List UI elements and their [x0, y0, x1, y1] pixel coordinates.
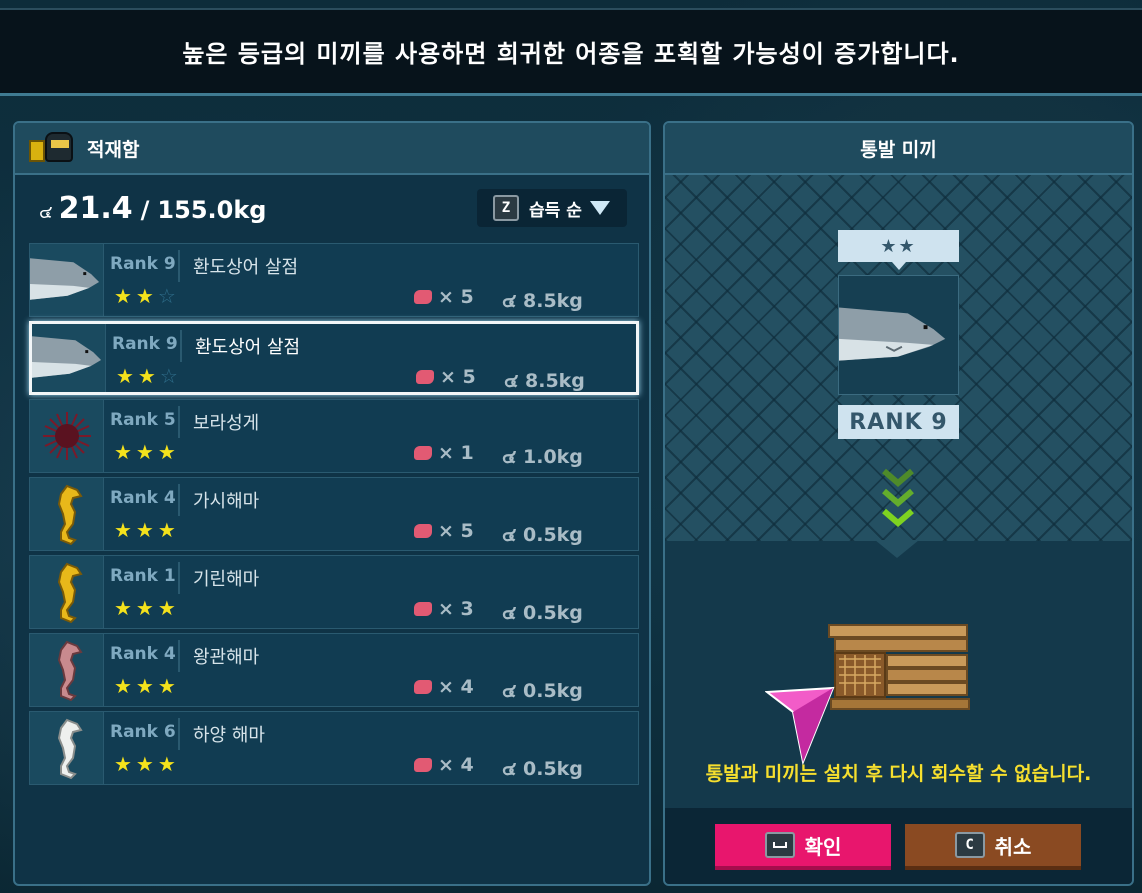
cargo-item-row[interactable]: Rank 6 하양 해마 ★★★ × 4 ๔ 0.5kg — [29, 711, 639, 785]
item-name: 가시해마 — [193, 491, 260, 512]
item-bait-count: × 3 — [414, 598, 474, 620]
item-weight: ๔ 0.5kg — [502, 758, 583, 780]
cancel-button[interactable]: C 취소 — [905, 824, 1081, 870]
hint-text: 높은 등급의 미끼를 사용하면 희귀한 어종을 포획할 가능성이 증가합니다. — [182, 40, 960, 68]
cargo-panel: 적재함 ๔ 21.4 / 155.0kg Z 습득 순 Rank 9 환도상어 살… — [13, 121, 651, 886]
weight-max: 155.0kg — [157, 196, 267, 224]
trap-header: 통발 미끼 — [665, 123, 1132, 175]
z-key-icon: Z — [493, 195, 519, 221]
item-stars: ★★★ — [114, 752, 180, 776]
item-rank: Rank 4 — [110, 488, 176, 508]
item-rank: Rank 9 — [112, 334, 178, 354]
item-weight: ๔ 0.5kg — [502, 680, 583, 702]
item-rank: Rank 5 — [110, 410, 176, 430]
confirm-button[interactable]: 확인 — [715, 824, 891, 870]
sort-label: 습득 순 — [529, 200, 582, 221]
cancel-label: 취소 — [994, 834, 1032, 859]
bait-preview-image — [838, 275, 959, 395]
item-bait-count: × 5 — [414, 286, 474, 308]
cargo-item-row[interactable]: Rank 5 보라성게 ★★★ × 1 ๔ 1.0kg — [29, 399, 639, 473]
seahorse-yellow-icon — [30, 478, 104, 550]
cargo-item-row[interactable]: Rank 4 가시해마 ★★★ × 5 ๔ 0.5kg — [29, 477, 639, 551]
item-weight: ๔ 1.0kg — [502, 446, 583, 468]
bait-icon — [414, 290, 432, 304]
bait-icon — [414, 680, 432, 694]
item-name: 환도상어 살점 — [195, 337, 301, 358]
item-bait-count: × 5 — [414, 520, 474, 542]
item-name: 기린해마 — [193, 569, 260, 590]
divider — [178, 406, 180, 438]
item-stars: ★★☆ — [116, 364, 182, 388]
shark-icon — [30, 244, 104, 316]
cargo-weight: ๔ 21.4 / 155.0kg — [39, 191, 266, 226]
seahorse-yellow-icon — [30, 556, 104, 628]
action-bar: 확인 C 취소 — [665, 808, 1132, 884]
space-key-icon — [764, 832, 795, 858]
cargo-item-row[interactable]: Rank 9 환도상어 살점 ★★☆ × 5 ๔ 8.5kg — [29, 243, 639, 317]
cargo-item-row[interactable]: Rank 1 기린해마 ★★★ × 3 ๔ 0.5kg — [29, 555, 639, 629]
bait-icon — [416, 370, 434, 384]
divider — [178, 484, 180, 516]
crab-trap-icon — [828, 624, 970, 710]
seahorse-pink-icon — [30, 634, 104, 706]
item-bait-count: × 5 — [416, 366, 476, 388]
weight-icon: ๔ — [39, 202, 53, 223]
item-stars: ★★★ — [114, 518, 180, 542]
item-bait-count: × 4 — [414, 754, 474, 776]
urchin-icon — [30, 400, 104, 472]
cursor-arrow-icon — [765, 686, 835, 766]
chevron-down-icon — [589, 201, 610, 215]
c-key-icon: C — [954, 832, 985, 858]
bait-star-tag: ★★ — [838, 230, 959, 270]
shark-icon — [32, 324, 106, 392]
item-name: 보라성게 — [193, 413, 260, 434]
seahorse-white-icon — [30, 712, 104, 784]
divider — [178, 640, 180, 672]
item-weight: ๔ 0.5kg — [502, 524, 583, 546]
item-weight: ๔ 8.5kg — [504, 370, 585, 392]
item-rank: Rank 9 — [110, 254, 176, 274]
bait-preview-area: ★★ RANK 9 — [665, 175, 1132, 541]
item-bait-count: × 1 — [414, 442, 474, 464]
diver-icon — [27, 130, 77, 166]
bait-icon — [414, 524, 432, 538]
divider — [178, 718, 180, 750]
cargo-title: 적재함 — [87, 138, 140, 161]
divider — [178, 562, 180, 594]
bait-icon — [414, 446, 432, 460]
item-weight: ๔ 0.5kg — [502, 602, 583, 624]
item-stars: ★★☆ — [114, 284, 180, 308]
cargo-item-row[interactable]: Rank 9 환도상어 살점 ★★☆ × 5 ๔ 8.5kg — [29, 321, 639, 395]
shark-icon — [839, 307, 946, 361]
item-rank: Rank 4 — [110, 644, 176, 664]
sort-dropdown[interactable]: Z 습득 순 — [477, 189, 627, 227]
item-bait-count: × 4 — [414, 676, 474, 698]
item-stars: ★★★ — [114, 674, 180, 698]
divider — [178, 250, 180, 282]
item-weight: ๔ 8.5kg — [502, 290, 583, 312]
item-rank: Rank 6 — [110, 722, 176, 742]
cargo-header: 적재함 — [15, 123, 649, 175]
item-name: 왕관해마 — [193, 647, 260, 668]
cargo-item-row[interactable]: Rank 4 왕관해마 ★★★ × 4 ๔ 0.5kg — [29, 633, 639, 707]
item-name: 환도상어 살점 — [193, 257, 299, 278]
trap-bait-panel: 통발 미끼 ★★ RANK 9 통발과 미끼는 설치 후 다시 회수할 수 없습… — [663, 121, 1134, 886]
item-name: 하양 해마 — [193, 725, 265, 746]
item-rank: Rank 1 — [110, 566, 176, 586]
divider — [180, 330, 182, 362]
weight-current: 21.4 — [58, 191, 133, 226]
weight-separator: / — [140, 196, 150, 224]
hint-banner: 높은 등급의 미끼를 사용하면 희귀한 어종을 포획할 가능성이 증가합니다. — [0, 8, 1142, 96]
bait-rank-tag: RANK 9 — [838, 405, 959, 439]
trap-title: 통발 미끼 — [860, 138, 937, 161]
cargo-list: Rank 9 환도상어 살점 ★★☆ × 5 ๔ 8.5kg Rank 9 환도상어 살점 ★… — [29, 243, 639, 789]
confirm-label: 확인 — [804, 834, 842, 859]
chevron-down-icon — [882, 468, 914, 527]
bait-icon — [414, 602, 432, 616]
bait-icon — [414, 758, 432, 772]
item-stars: ★★★ — [114, 440, 180, 464]
item-stars: ★★★ — [114, 596, 180, 620]
trap-area: 통발과 미끼는 설치 후 다시 회수할 수 없습니다. — [665, 540, 1132, 808]
trap-warning: 통발과 미끼는 설치 후 다시 회수할 수 없습니다. — [705, 763, 1092, 785]
